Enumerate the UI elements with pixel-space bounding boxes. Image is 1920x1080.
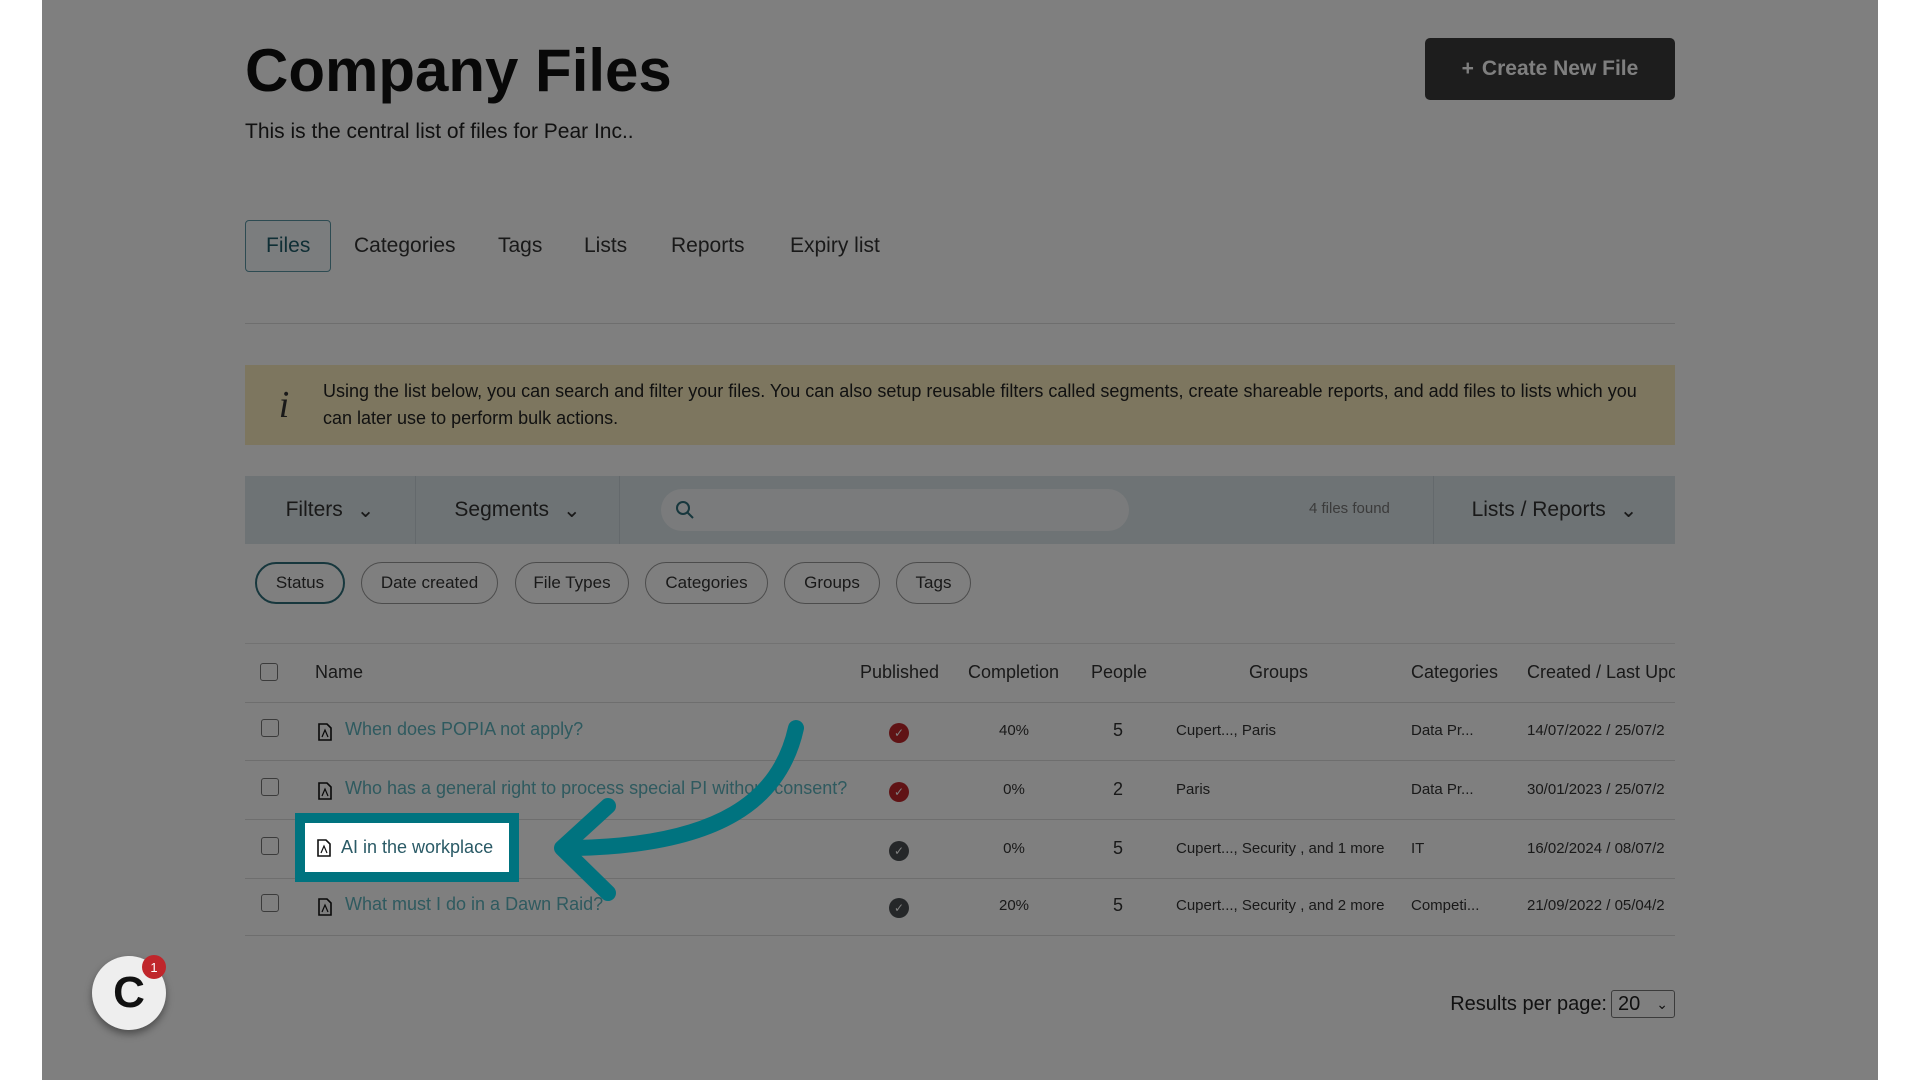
- logo-icon: C: [113, 968, 145, 1017]
- notification-badge: 1: [142, 955, 166, 979]
- pointer-arrow-icon: [554, 720, 804, 901]
